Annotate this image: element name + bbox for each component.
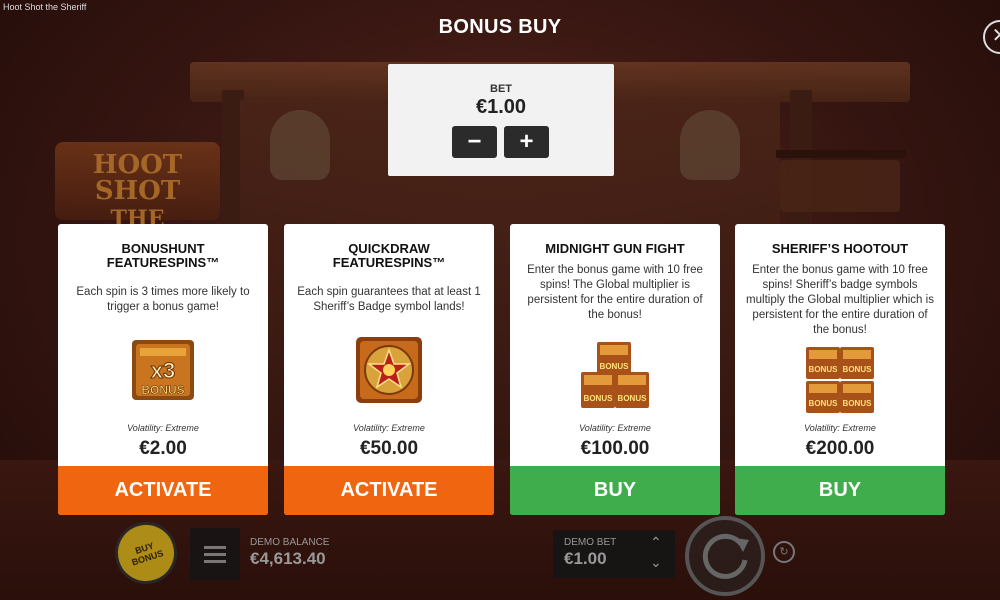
buy-button[interactable]: BUY	[510, 466, 720, 515]
demo-bet-label: DEMO BET	[564, 537, 617, 548]
demo-bet-value: €1.00	[564, 549, 607, 568]
hamburger-icon	[204, 559, 226, 563]
bonus-buildings-grid-icon: BONUS BONUS BONUS BONUS	[804, 345, 876, 420]
svg-text:BONUS: BONUS	[600, 362, 630, 371]
card-title: SHERIFF’S HOOTOUT	[771, 241, 909, 256]
svg-text:BONUS: BONUS	[843, 365, 873, 374]
svg-text:BONUS: BONUS	[618, 394, 648, 403]
svg-text:BONUS: BONUS	[809, 365, 839, 374]
bet-panel: BET €1.00 − +	[388, 64, 614, 176]
owl-symbol	[680, 110, 740, 180]
bet-label: BET	[490, 83, 512, 95]
card-description: Enter the bonus game with 10 free spins!…	[527, 264, 703, 321]
card-price: €50.00	[359, 438, 419, 459]
balance-value: €4,613.40	[250, 549, 326, 568]
volatility-label: Volatility: Extreme	[353, 423, 425, 433]
chevron-down-icon[interactable]: ⌄	[650, 552, 662, 572]
menu-button[interactable]	[190, 528, 240, 580]
minus-icon: −	[467, 128, 482, 155]
buy-button[interactable]: BUY	[735, 466, 945, 515]
activate-button[interactable]: ACTIVATE	[58, 466, 268, 515]
x3-bonus-icon: x3 BONUS	[128, 336, 198, 409]
sheriff-badge-icon	[353, 334, 425, 411]
volatility-label: Volatility: Extreme	[804, 423, 876, 433]
bonus-card-bonushunt: BONUSHUNT FEATURESPINS™ Each spin is 3 t…	[58, 224, 268, 515]
spin-button[interactable]	[685, 516, 765, 596]
window-title: Hoot Shot the Sheriff	[3, 2, 87, 12]
bet-value: €1.00	[475, 96, 527, 118]
card-description: Each spin guarantees that at least 1 She…	[297, 286, 481, 313]
hamburger-icon	[204, 545, 226, 549]
close-icon: ✕	[991, 25, 1000, 47]
bet-increase-button[interactable]: +	[504, 126, 549, 158]
bonus-card-midnight-gun-fight: MIDNIGHT GUN FIGHT Enter the bonus game …	[510, 224, 720, 515]
card-price: €2.00	[139, 438, 187, 459]
bonus-card-sheriffs-hootout: SHERIFF’S HOOTOUT Enter the bonus game w…	[735, 224, 945, 515]
card-title: BONUSHUNT FEATURESPINS™	[106, 241, 220, 270]
svg-text:BONUS: BONUS	[141, 383, 184, 397]
card-description: Each spin is 3 times more likely to trig…	[76, 286, 250, 313]
page-title: BONUS BUY	[438, 16, 562, 38]
svg-text:BONUS: BONUS	[584, 394, 614, 403]
card-description: Enter the bonus game with 10 free spins!…	[746, 264, 934, 336]
sign-bar	[776, 150, 906, 158]
card-title: QUICKDRAW FEATURESPINS™	[332, 241, 446, 270]
game-logo: HOOT SHOT THE SHERIFF	[55, 142, 220, 252]
activate-button[interactable]: ACTIVATE	[284, 466, 494, 515]
card-title: MIDNIGHT GUN FIGHT	[545, 241, 685, 256]
volatility-label: Volatility: Extreme	[579, 423, 651, 433]
bonus-card-quickdraw: QUICKDRAW FEATURESPINS™ Each spin guaran…	[284, 224, 494, 515]
bet-decrease-button[interactable]: −	[452, 126, 497, 158]
bonus-buildings-icon: BONUS BONUS BONUS	[579, 340, 651, 415]
card-price: €200.00	[805, 438, 875, 459]
owl-symbol	[270, 110, 330, 180]
chevron-up-icon[interactable]: ⌃	[650, 532, 662, 552]
svg-text:x3: x3	[151, 358, 175, 383]
volatility-label: Volatility: Extreme	[127, 423, 199, 433]
plus-icon: +	[519, 128, 534, 155]
spin-icon	[702, 533, 749, 579]
balance-label: DEMO BALANCE	[250, 537, 330, 548]
hamburger-icon	[204, 552, 226, 556]
card-price: €100.00	[580, 438, 650, 459]
svg-text:BONUS: BONUS	[843, 399, 873, 408]
hanging-sign	[780, 160, 900, 212]
autoplay-icon: ↻	[779, 546, 789, 558]
autoplay-button[interactable]: ↻	[773, 541, 795, 563]
svg-text:BONUS: BONUS	[809, 399, 839, 408]
bet-stepper[interactable]: ⌃ ⌄	[650, 532, 662, 572]
